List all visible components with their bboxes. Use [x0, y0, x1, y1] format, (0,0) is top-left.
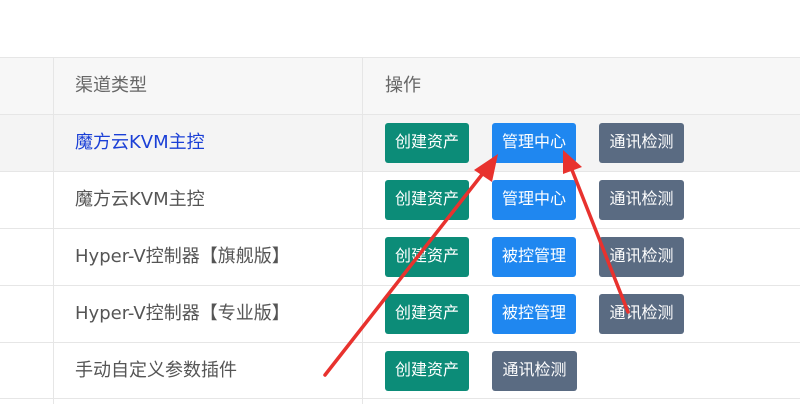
table-row: Hyper-V控制器【旗舰版】 创建资产 被控管理 通讯检测 [0, 228, 800, 285]
channel-name: Hyper-V控制器【旗舰版】 [75, 246, 290, 267]
management-center-button[interactable]: 管理中心 [492, 123, 576, 163]
table-row: 魔方云KVM主控 创建资产 管理中心 通讯检测 [0, 171, 800, 228]
channel-name: Hyper-V控制器【专业版】 [75, 303, 290, 324]
create-asset-button[interactable]: 创建资产 [385, 123, 469, 163]
connectivity-test-button[interactable]: 通讯检测 [492, 351, 577, 391]
channel-name: 魔方云KVM主控 [75, 189, 205, 210]
create-asset-button[interactable]: 创建资产 [385, 294, 469, 334]
create-asset-button[interactable]: 创建资产 [385, 237, 469, 277]
table-row: Hyper-V控制器【专业版】 创建资产 被控管理 通讯检测 [0, 285, 800, 342]
connectivity-test-button[interactable]: 通讯检测 [599, 237, 684, 277]
header-channel-type: 渠道类型 [75, 75, 147, 96]
channel-table: 渠道类型 操作 魔方云KVM主控 创建资产 管理中心 通讯检测 魔方云KVM主控… [0, 57, 800, 399]
connectivity-test-button[interactable]: 通讯检测 [599, 180, 684, 220]
channel-name-link[interactable]: 魔方云KVM主控 [75, 115, 205, 171]
connectivity-test-button[interactable]: 通讯检测 [599, 294, 684, 334]
header-actions: 操作 [385, 75, 421, 96]
controlled-management-button[interactable]: 被控管理 [492, 237, 576, 277]
table-row: 手动自定义参数插件 创建资产 通讯检测 [0, 342, 800, 399]
table-header-row: 渠道类型 操作 [0, 57, 800, 114]
controlled-management-button[interactable]: 被控管理 [492, 294, 576, 334]
create-asset-button[interactable]: 创建资产 [385, 180, 469, 220]
connectivity-test-button[interactable]: 通讯检测 [599, 123, 684, 163]
table-row: 魔方云KVM主控 创建资产 管理中心 通讯检测 [0, 114, 800, 171]
page: 渠道类型 操作 魔方云KVM主控 创建资产 管理中心 通讯检测 魔方云KVM主控… [0, 0, 800, 404]
management-center-button[interactable]: 管理中心 [492, 180, 576, 220]
column-divider [53, 57, 54, 404]
column-divider [362, 57, 363, 404]
create-asset-button[interactable]: 创建资产 [385, 351, 469, 391]
channel-name: 手动自定义参数插件 [75, 360, 237, 381]
